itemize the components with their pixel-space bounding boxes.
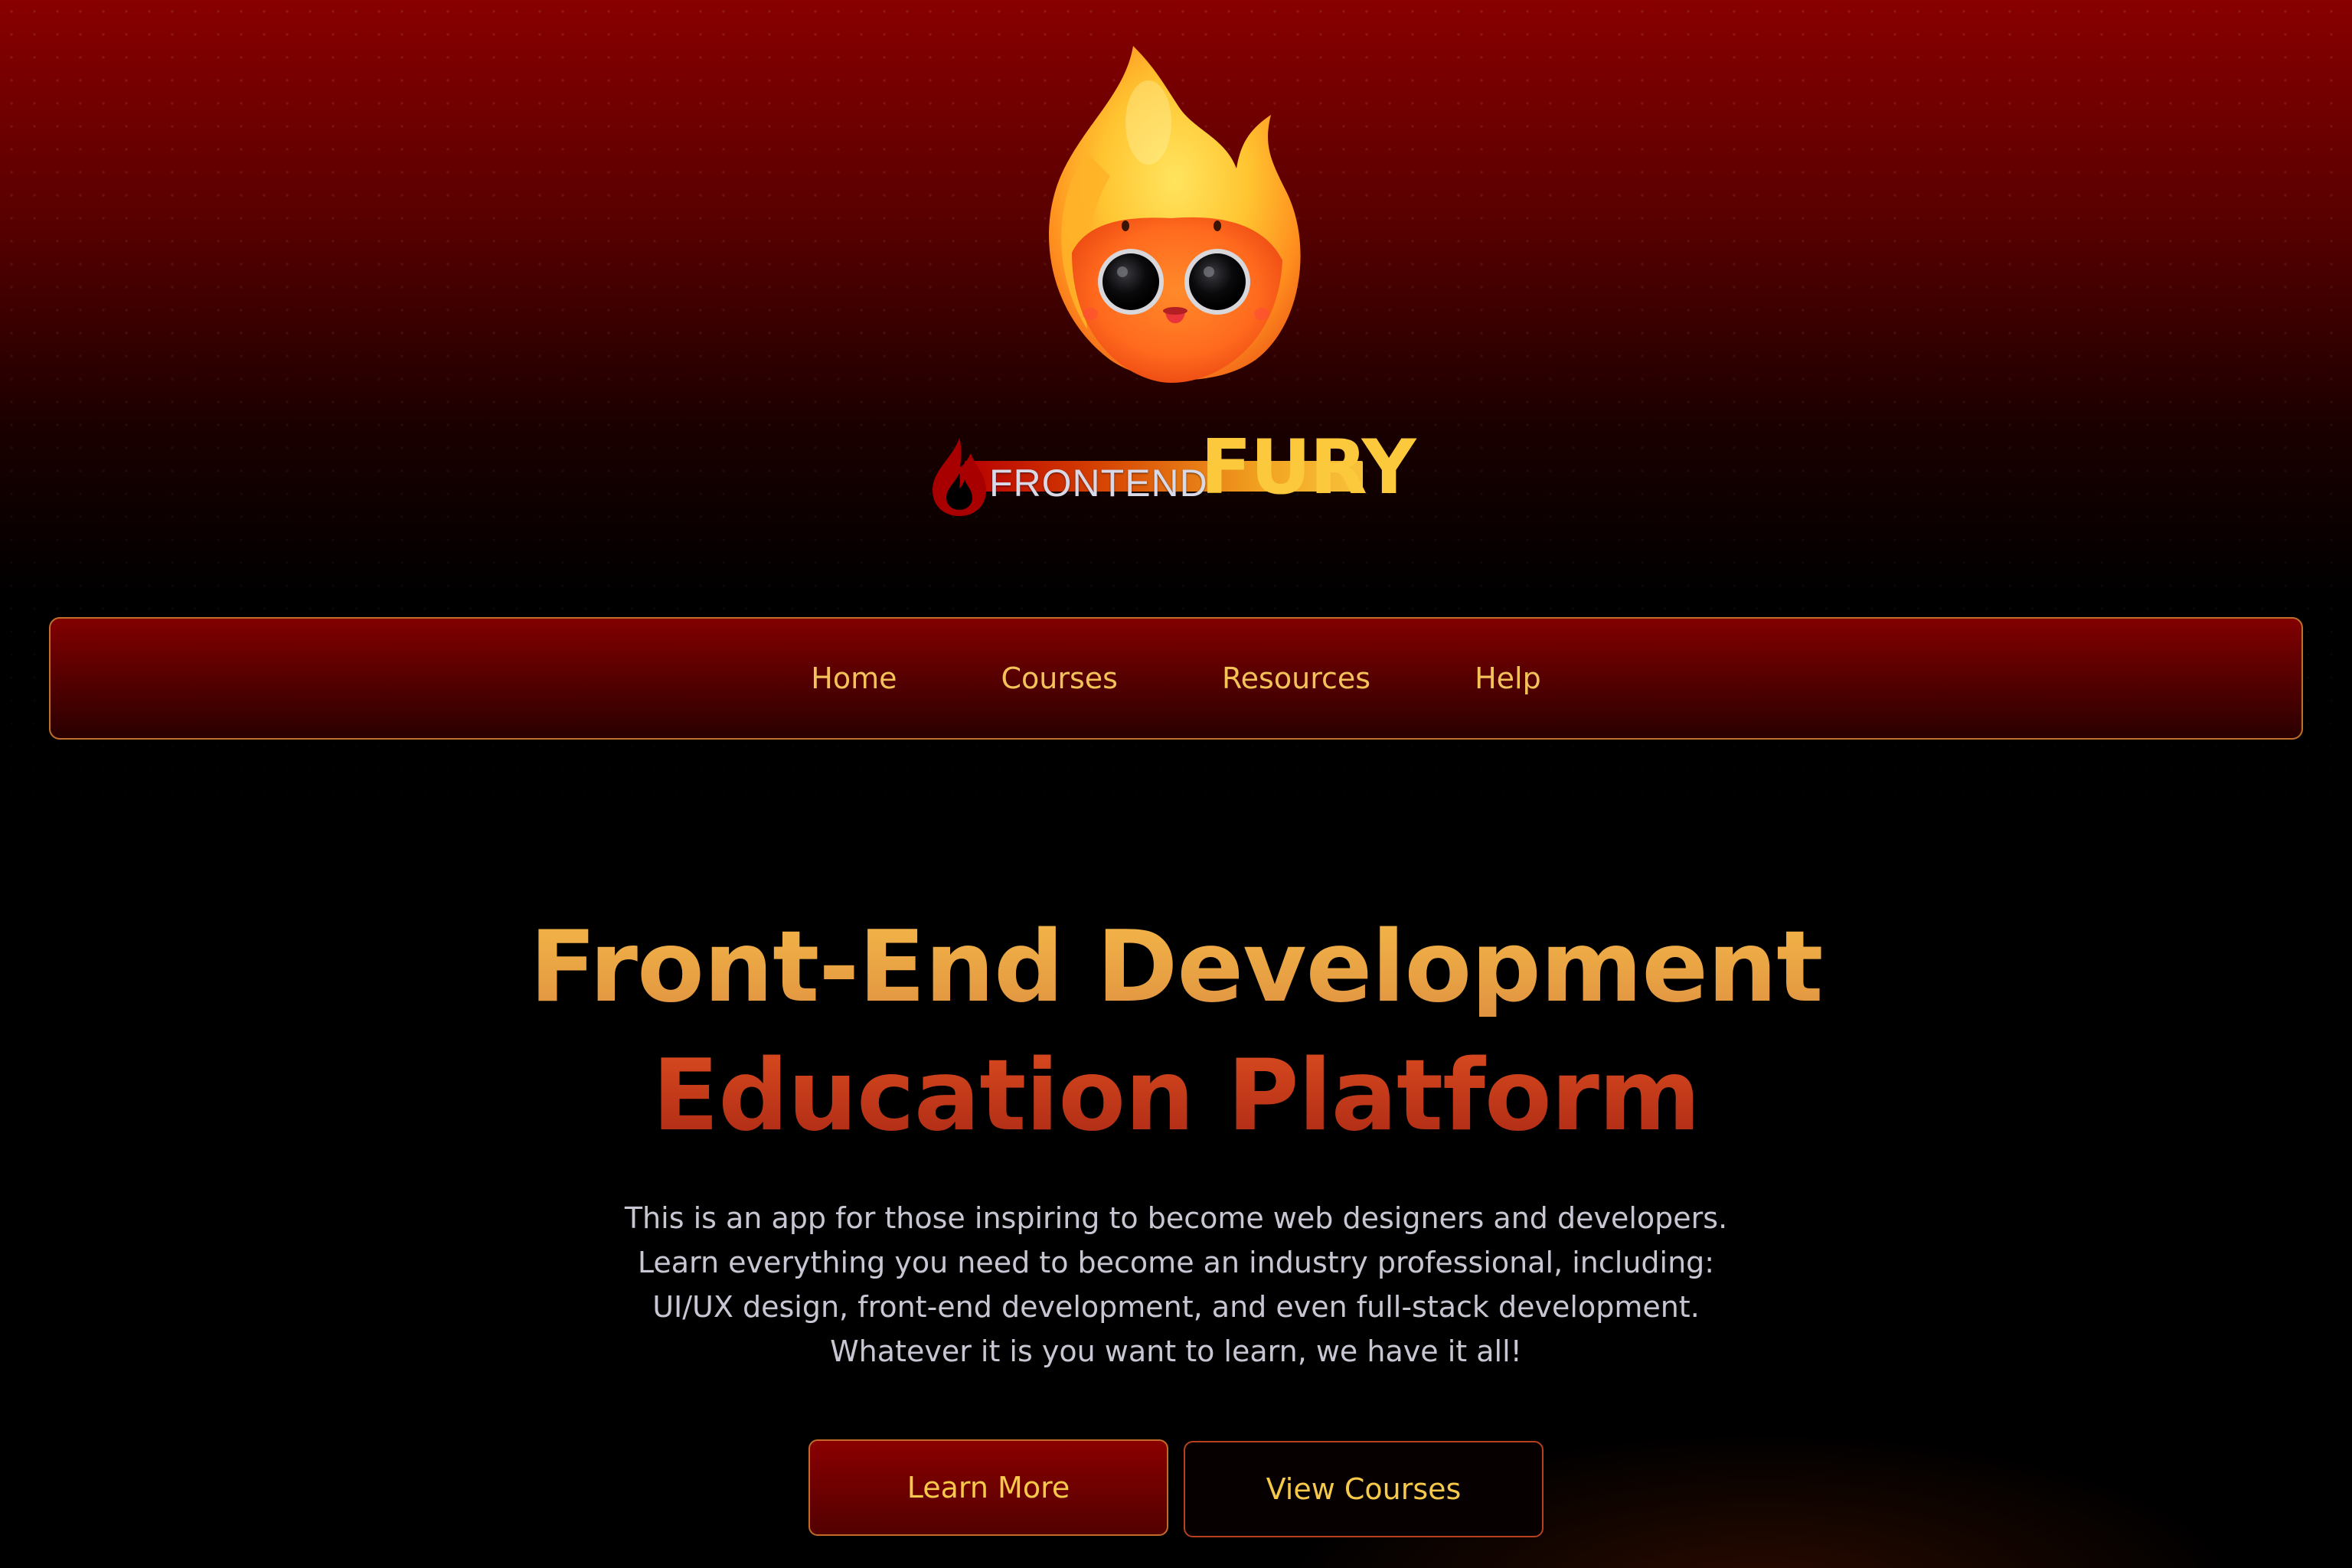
- hero-description: This is an app for those inspiring to be…: [624, 1201, 1728, 1368]
- logo-prefix-text: FRONTEND: [989, 462, 1208, 505]
- main-navigation: Home Courses Resources Help: [49, 617, 2303, 740]
- learn-more-button[interactable]: Learn More: [808, 1439, 1168, 1536]
- hero-title-line2: Education Platform: [0, 1047, 2352, 1145]
- logo-name-text: FURY: [1200, 424, 1416, 511]
- nav-item-courses[interactable]: Courses: [1001, 662, 1118, 695]
- hero-title-line1: Front-End Development: [0, 919, 2352, 1017]
- view-courses-button[interactable]: View Courses: [1184, 1441, 1544, 1537]
- flame-drop-icon: [933, 438, 986, 516]
- nav-item-resources[interactable]: Resources: [1222, 662, 1370, 695]
- nav-item-help[interactable]: Help: [1475, 662, 1541, 695]
- brand-logo[interactable]: FRONTEND FURY: [919, 429, 1439, 521]
- flame-mascot-icon: [1049, 46, 1301, 383]
- nav-item-home[interactable]: Home: [811, 662, 897, 695]
